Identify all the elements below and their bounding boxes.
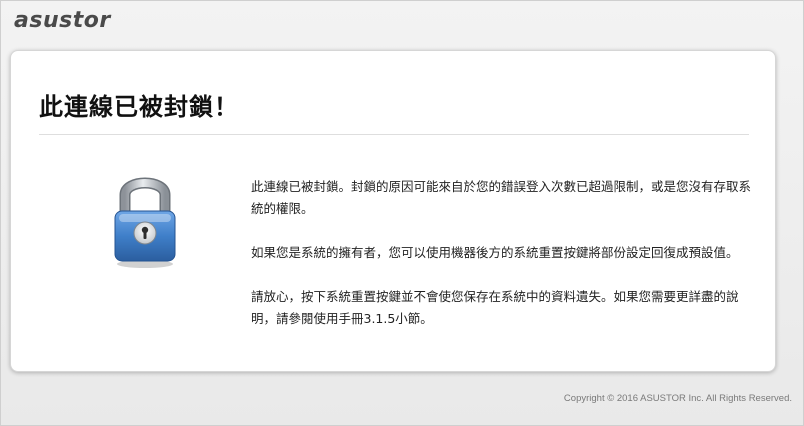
- asustor-logo: asustor: [14, 8, 111, 33]
- copyright-text: Copyright © 2016 ASUSTOR Inc. All Rights…: [563, 393, 792, 404]
- message-paragraph-data-safe: 請放心，按下系統重置按鍵並不會使您保存在系統中的資料遺失。如果您需要更詳盡的說明…: [251, 289, 739, 326]
- blocked-message: 此連線已被封鎖。封鎖的原因可能來自於您的錯誤登入次數已超過限制，或是您沒有存取系…: [251, 176, 756, 352]
- title-divider: [39, 134, 749, 135]
- message-paragraph-reason: 此連線已被封鎖。封鎖的原因可能來自於您的錯誤登入次數已超過限制，或是您沒有存取系…: [251, 179, 752, 216]
- padlock-icon: [107, 169, 183, 269]
- blocked-message-card: 此連線已被封鎖！ 此連線已被封鎖。封鎖的原因可能來自於您的錯誤登入次數已超過限制…: [10, 50, 776, 372]
- message-paragraph-reset: 如果您是系統的擁有者，您可以使用機器後方的系統重置按鍵將部份設定回復成預設值。: [251, 245, 739, 260]
- page-title: 此連線已被封鎖！: [39, 93, 239, 121]
